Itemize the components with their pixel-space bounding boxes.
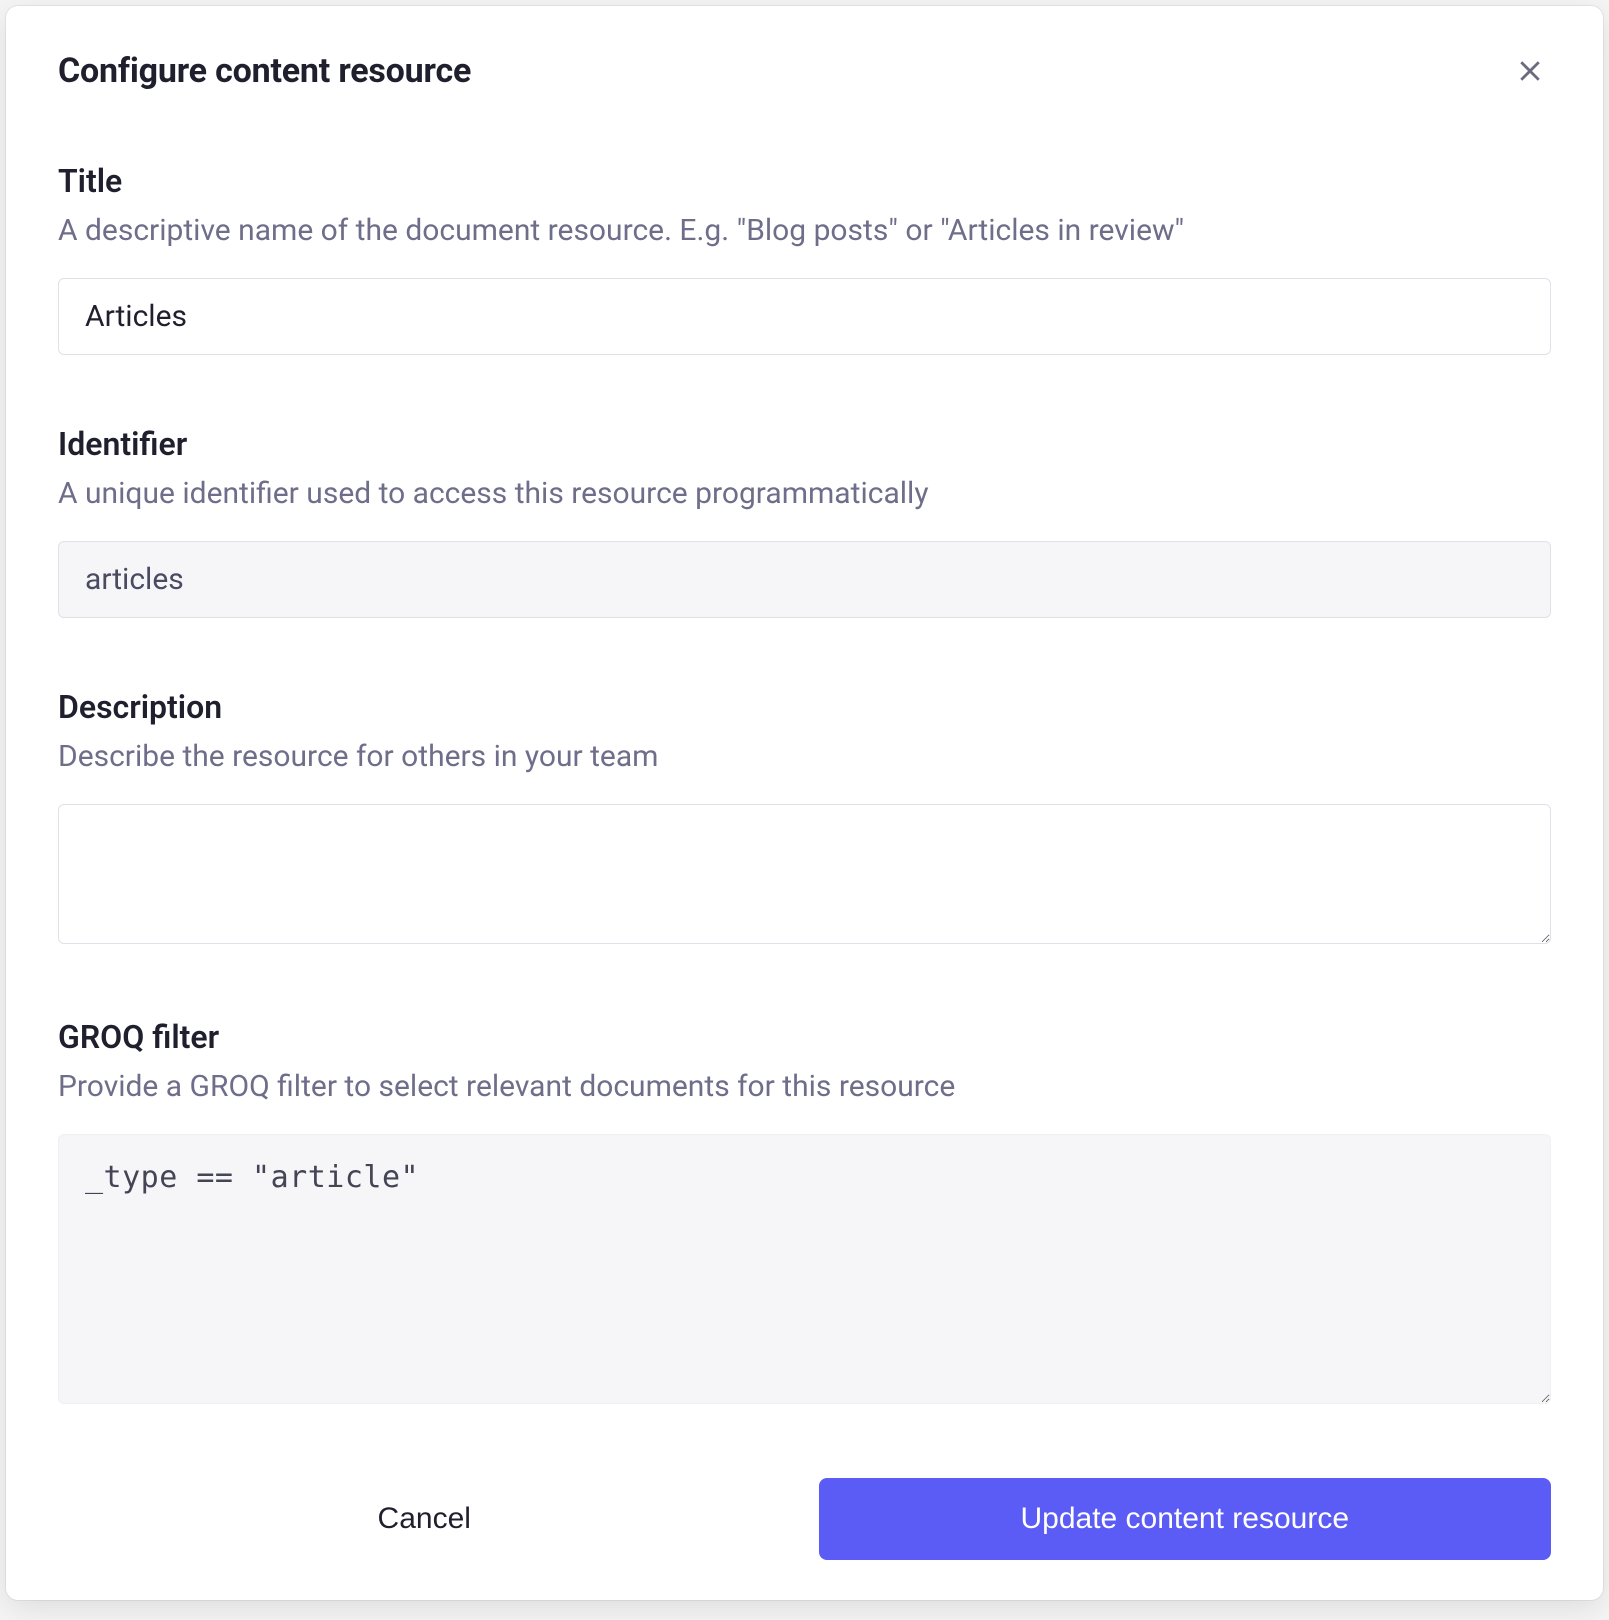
close-icon [1515,56,1545,86]
update-content-resource-button[interactable]: Update content resource [819,1478,1552,1560]
identifier-input[interactable] [58,541,1551,618]
configure-content-resource-dialog: Configure content resource Title A descr… [6,6,1603,1600]
cancel-button[interactable]: Cancel [58,1478,791,1560]
dialog-header: Configure content resource [58,50,1551,92]
title-label: Title [58,162,1551,200]
identifier-label: Identifier [58,425,1551,463]
identifier-field-group: Identifier A unique identifier used to a… [58,425,1551,618]
description-input[interactable] [58,804,1551,944]
close-button[interactable] [1509,50,1551,92]
description-label: Description [58,688,1551,726]
identifier-help-text: A unique identifier used to access this … [58,473,1551,515]
title-input[interactable] [58,278,1551,355]
description-help-text: Describe the resource for others in your… [58,736,1551,778]
description-field-group: Description Describe the resource for ot… [58,688,1551,948]
groq-filter-field-group: GROQ filter Provide a GROQ filter to sel… [58,1018,1551,1408]
dialog-title: Configure content resource [58,51,471,91]
groq-filter-input[interactable]: _type == "article" [58,1134,1551,1404]
title-help-text: A descriptive name of the document resou… [58,210,1551,252]
groq-filter-label: GROQ filter [58,1018,1551,1056]
dialog-actions: Cancel Update content resource [58,1478,1551,1560]
groq-filter-help-text: Provide a GROQ filter to select relevant… [58,1066,1551,1108]
title-field-group: Title A descriptive name of the document… [58,162,1551,355]
